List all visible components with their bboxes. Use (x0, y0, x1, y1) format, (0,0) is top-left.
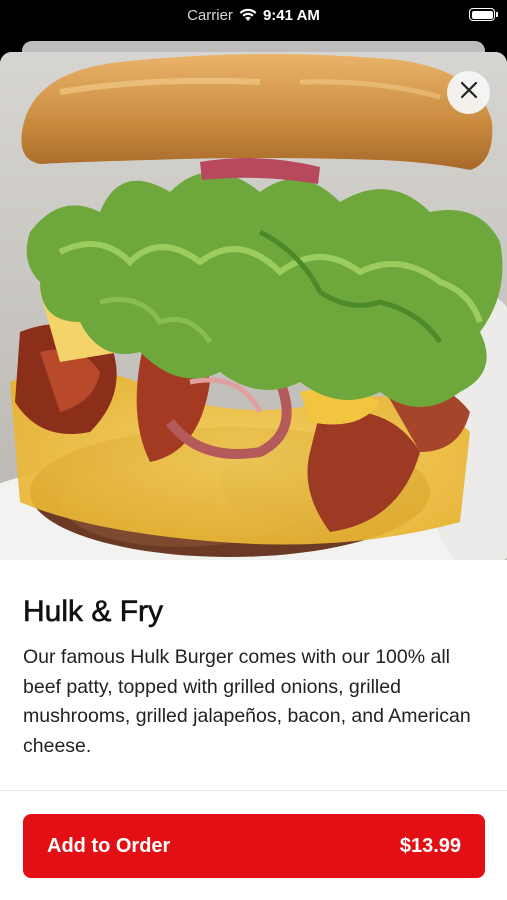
divider (0, 790, 507, 791)
item-photo (0, 52, 507, 560)
item-title: Hulk & Fry (23, 595, 164, 629)
carrier-label: Carrier (187, 6, 233, 24)
close-button[interactable] (447, 71, 490, 114)
wifi-icon (239, 8, 257, 22)
item-info: Hulk & Fry Our famous Hulk Burger comes … (23, 593, 484, 761)
status-time: 9:41 AM (262, 6, 320, 24)
close-icon (460, 81, 478, 104)
status-center: Carrier 9:41 AM (0, 6, 507, 24)
add-to-order-button[interactable]: Add to Order $13.99 (23, 814, 485, 878)
battery-icon (469, 8, 498, 21)
item-description: Our famous Hulk Burger comes with our 10… (23, 646, 471, 757)
item-detail-sheet: Hulk & Fry Our famous Hulk Burger comes … (0, 52, 507, 900)
status-bar: Carrier 9:41 AM (0, 0, 507, 30)
item-price: $13.99 (399, 834, 461, 857)
add-to-order-label: Add to Order (47, 834, 171, 857)
